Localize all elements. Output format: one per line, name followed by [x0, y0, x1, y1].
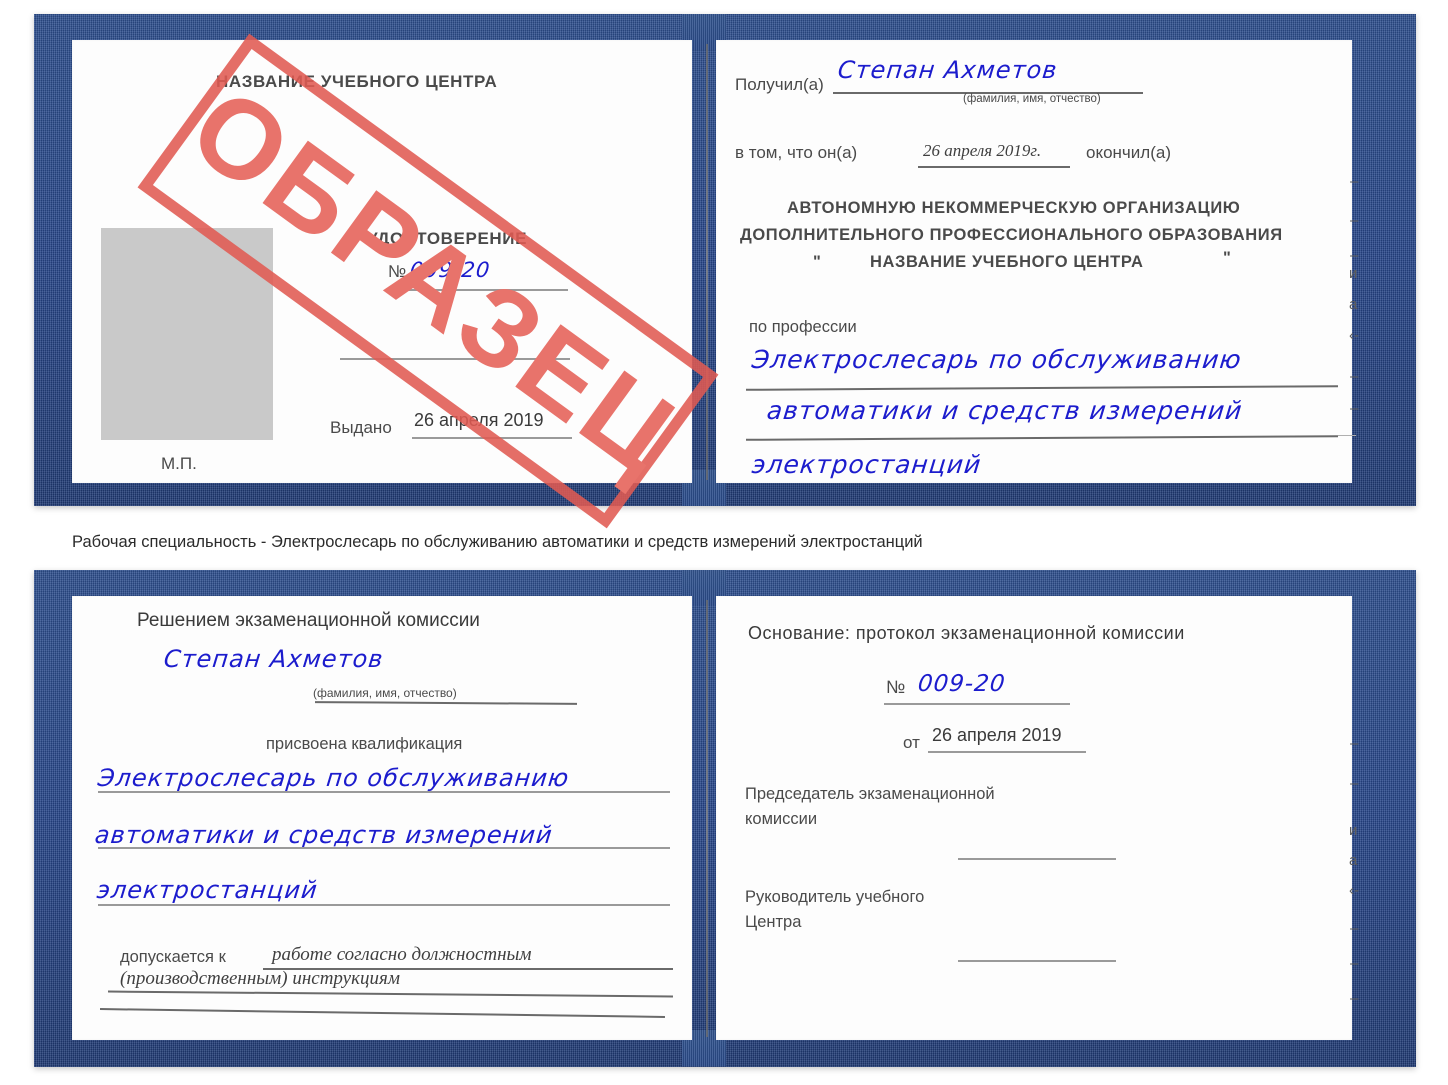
bottom-right-basis-label: Основание: протокол экзаменационной коми…: [748, 623, 1185, 643]
bottom-left-admitted-label: допускается к: [120, 948, 226, 966]
bottom-left-name-hint: (фамилия, имя, отчество): [313, 686, 457, 700]
top-right-org-line1: АВТОНОМНУЮ НЕКОММЕРЧЕСКУЮ ОРГАНИЗАЦИЮ: [787, 199, 1241, 217]
bottom-left-qual-rule2: [98, 847, 670, 849]
top-right-thathe-value: 26 апреля 2019г.: [923, 141, 1042, 160]
bottom-left-admitted-line1: работе согласно должностным: [272, 944, 532, 965]
edge-mark-bottom-0: –: [1350, 735, 1359, 752]
top-right-received-label: Получил(а): [735, 75, 824, 94]
bottom-left-qualification-label: присвоена квалификация: [266, 735, 463, 753]
edge-mark-top-3: и: [1349, 265, 1358, 282]
bottom-right-chairman-line1: Председатель экзаменационной: [745, 785, 995, 803]
edge-mark-top-4: а: [1349, 296, 1358, 313]
bottom-right-head-line2: Центра: [745, 913, 802, 931]
top-left-org-title: НАЗВАНИЕ УЧЕБНОГО ЦЕНТРА: [216, 72, 498, 91]
bottom-left-decision-title: Решением экзаменационной комиссии: [137, 610, 480, 631]
bottom-left-qualification-line2: автоматики и средств измерений: [93, 821, 555, 849]
bottom-right-number-rule: [884, 703, 1070, 705]
bottom-right-number-value: 009-20: [916, 671, 1007, 697]
bottom-left-name-value: Степан Ахметов: [162, 645, 386, 673]
photo-placeholder: [101, 228, 273, 440]
top-right-received-value: Степан Ахметов: [836, 56, 1060, 84]
bottom-right-head-rule: [958, 960, 1116, 962]
top-right-finished-label: окончил(а): [1086, 143, 1171, 162]
top-left-number-value: 009-20: [408, 258, 492, 282]
top-right-thathe-rule: [918, 166, 1070, 168]
bottom-right-chairman-line2: комиссии: [745, 810, 818, 828]
top-left-issued-rule: [412, 437, 572, 439]
bottom-left-admitted-line2: (производственным) инструкциям: [120, 968, 400, 989]
top-left-number-label: №: [388, 262, 407, 281]
top-right-org-line3: НАЗВАНИЕ УЧЕБНОГО ЦЕНТРА: [870, 253, 1144, 271]
edge-mark-top-7: –: [1350, 400, 1359, 417]
screenshot-root: НАЗВАНИЕ УЧЕБНОГО ЦЕНТРА УДОСТОВЕРЕНИЕ №…: [0, 0, 1448, 1085]
top-spine-line: [706, 44, 708, 480]
bottom-right-date-value: 26 апреля 2019: [932, 725, 1062, 745]
edge-mark-top-5: ‹-: [1349, 327, 1359, 344]
bottom-left-qualification-line1: Электрослесарь по обслуживанию: [96, 764, 571, 792]
top-left-seal-label: М.П.: [161, 454, 197, 473]
edge-mark-bottom-2: и: [1349, 822, 1358, 839]
bottom-right-number-label: №: [886, 677, 906, 697]
top-left-number-rule: [388, 289, 568, 291]
top-right-org-quote-close: ": [1223, 249, 1232, 267]
top-left-issued-value: 26 апреля 2019: [414, 410, 544, 430]
top-right-received-hint: (фамилия, имя, отчество): [963, 93, 1101, 105]
edge-mark-top-0: –: [1350, 173, 1359, 190]
edge-mark-top-1: –: [1350, 212, 1359, 229]
edge-mark-bottom-3: а: [1349, 852, 1358, 869]
bottom-right-date-rule: [928, 751, 1086, 753]
top-right-profession-line2: автоматики и средств измерений: [765, 396, 1245, 425]
top-right-profession-label: по профессии: [749, 318, 857, 336]
bottom-right-chairman-rule: [958, 858, 1116, 860]
top-right-profession-line1: Электрослесарь по обслуживанию: [750, 345, 1244, 374]
top-right-thathe-label: в том, что он(а): [735, 143, 858, 162]
bottom-right-date-label: от: [903, 733, 920, 752]
top-right-org-line2: ДОПОЛНИТЕЛЬНОГО ПРОФЕССИОНАЛЬНОГО ОБРАЗО…: [740, 226, 1283, 244]
edge-mark-bottom-5: –: [1350, 920, 1359, 937]
edge-mark-top-6: –: [1350, 368, 1359, 385]
top-left-doc-title: УДОСТОВЕРЕНИЕ: [367, 229, 528, 248]
bottom-left-qualification-line3: электростанций: [95, 876, 320, 904]
top-right-org-quote-open: ": [813, 253, 822, 271]
edge-mark-bottom-1: –: [1350, 775, 1359, 792]
caption-text: Рабочая специальность - Электрослесарь п…: [72, 533, 923, 551]
edge-mark-bottom-7: –: [1350, 990, 1359, 1007]
bottom-spine-line: [706, 600, 708, 1037]
bottom-right-head-line1: Руководитель учебного: [745, 888, 925, 906]
edge-mark-bottom-4: ‹-: [1349, 882, 1359, 899]
bottom-left-qual-rule3: [98, 904, 670, 906]
edge-mark-top-2: –: [1350, 247, 1359, 264]
top-left-issued-label: Выдано: [330, 418, 392, 437]
top-right-profession-line3: электростанций: [750, 450, 983, 479]
edge-mark-bottom-6: –: [1350, 955, 1359, 972]
edge-rule-top: [1338, 435, 1356, 436]
bottom-left-qual-rule1: [98, 791, 670, 793]
top-left-blank-rule: [340, 358, 570, 360]
